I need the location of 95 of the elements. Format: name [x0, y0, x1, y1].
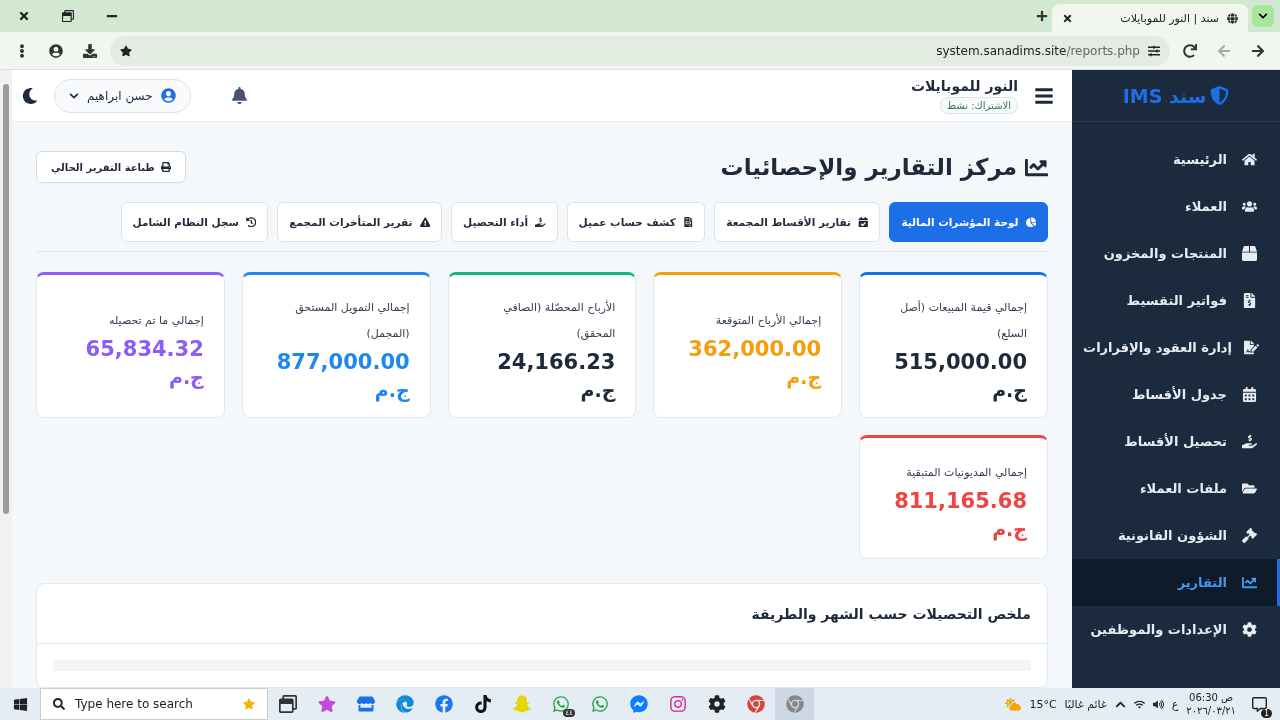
address-field[interactable]: system.sanadims.site/reports.php: [110, 35, 1170, 66]
box-icon: [1239, 246, 1259, 261]
sidebar-item[interactable]: الرئيسية: [1072, 136, 1280, 183]
page-title: مركز التقارير والإحصائيات: [720, 154, 1048, 180]
currency-label: ج.م: [992, 517, 1027, 542]
temperature: 15°C: [1029, 697, 1057, 711]
currency-label: ج.م: [580, 378, 616, 403]
sidebar-item[interactable]: إدارة العقود والإقرارات: [1072, 324, 1280, 371]
clock[interactable]: 06:30 ص ٢٠٢٦/٠٣/٢١: [1186, 691, 1236, 717]
report-tab[interactable]: تقارير الأقساط المجمعة: [714, 202, 881, 242]
stat-value: 811,165.68: [893, 488, 1027, 515]
report-tab[interactable]: تقرير المتأخرات المجمع: [277, 202, 443, 242]
pie-chart-icon: [1025, 216, 1036, 228]
new-tab-icon[interactable]: [1036, 10, 1048, 22]
language-indicator[interactable]: ع: [1171, 697, 1179, 711]
sidebar-item[interactable]: المنتجات والمخزون: [1072, 230, 1280, 277]
sparkle-icon: [243, 698, 255, 710]
search-icon: [53, 698, 65, 710]
sidebar-item[interactable]: ملفات العملاء: [1072, 465, 1280, 512]
close-icon[interactable]: [1062, 12, 1073, 24]
chevron-icon: [1258, 11, 1268, 21]
logo: سند IMS: [1122, 84, 1207, 107]
site-settings-icon[interactable]: [1148, 44, 1160, 57]
report-tab[interactable]: كشف حساب عميل: [566, 202, 706, 242]
report-tab[interactable]: لوحة المؤشرات المالية: [889, 202, 1048, 242]
print-button[interactable]: طباعة التقرير الحالي: [36, 151, 186, 183]
tiles-icon: [278, 695, 297, 713]
weather-icon: [1005, 696, 1022, 712]
search-field[interactable]: Type here to search: [40, 688, 268, 720]
messenger-icon: [629, 695, 648, 713]
sidebar-item[interactable]: العملاء: [1072, 183, 1280, 230]
sidebar-item[interactable]: تحصيل الأقساط: [1072, 418, 1280, 465]
tab-list-button[interactable]: [1252, 5, 1274, 27]
currency-label: ج.م: [992, 378, 1027, 403]
user-icon: [160, 88, 176, 103]
snapchat-icon: [512, 695, 531, 713]
browser-icon: [395, 695, 414, 713]
chevron-icon: [69, 90, 79, 101]
document-icon: [1244, 340, 1259, 355]
wifi-icon[interactable]: [1133, 698, 1145, 710]
scrollbar[interactable]: [0, 70, 12, 688]
printer-icon: [160, 162, 171, 172]
stat-label: الأرباح المحصّلة (الصافي المحقق): [502, 299, 616, 342]
stat-label: إجمالي ما تم تحصيله: [108, 313, 204, 329]
currency-label: ج.م: [786, 365, 822, 390]
stat-value: 65,834.32: [84, 336, 204, 363]
chrome-icon: [746, 695, 765, 713]
stat-label: إجمالي المديونيات المتبقية: [905, 465, 1027, 481]
volume-icon[interactable]: [1152, 698, 1164, 710]
moon-icon[interactable]: [22, 87, 38, 104]
document-icon: [682, 216, 694, 228]
store-name: النور للموبايلات: [910, 77, 1018, 94]
weather-text: غائم غالبًا: [1064, 697, 1107, 711]
hand-coin-icon: [1239, 434, 1259, 449]
folder-icon: [1239, 481, 1259, 496]
stat-label: إجمالي الأرباح المتوقعة: [714, 312, 822, 329]
currency-label: ج.م: [168, 365, 204, 390]
report-tab[interactable]: سجل النظام الشامل: [120, 202, 269, 242]
calendar-check-icon: [857, 216, 869, 228]
sparkle-app-icon: [317, 695, 336, 713]
users-icon: [1239, 199, 1259, 214]
section-title: ملخص التحصيلات حسب الشهر والطريقة: [751, 605, 1031, 622]
star-icon[interactable]: [120, 44, 132, 57]
menu-icon[interactable]: [1034, 85, 1054, 106]
whatsapp-icon: [590, 695, 609, 713]
stat-value: 362,000.00: [687, 336, 822, 363]
browser-tab[interactable]: سند | النور للموبايلات: [1052, 4, 1248, 32]
chart-icon: [1239, 575, 1259, 590]
instagram-icon: [668, 695, 687, 713]
sidebar-item[interactable]: الإعدادات والموظفين: [1072, 606, 1280, 653]
stat-value: 877,000.00: [275, 349, 410, 376]
sidebar-item[interactable]: التقارير: [1072, 559, 1280, 606]
report-tab[interactable]: أداء التحصيل: [451, 202, 558, 242]
warning-icon: [419, 216, 431, 228]
globe-icon: [1227, 12, 1238, 24]
gavel-icon: [1239, 528, 1259, 543]
currency-label: ج.م: [374, 378, 410, 403]
home-icon: [1239, 152, 1259, 167]
facebook-icon: [434, 695, 453, 713]
sidebar-item[interactable]: فواتير التقسيط: [1072, 277, 1280, 324]
chrome-icon: [785, 695, 804, 713]
stat-label: إجمالي قيمة المبيعات (أصل السلع): [899, 299, 1027, 342]
sidebar-item[interactable]: جدول الأقساط: [1072, 371, 1280, 418]
stat-value: 515,000.00: [893, 349, 1027, 376]
hand-coin-icon: [535, 216, 546, 228]
store-icon: [356, 695, 375, 713]
stat-value: 24,166.23: [496, 349, 616, 376]
bell-icon[interactable]: [230, 87, 248, 104]
sidebar-item[interactable]: الشؤون القانونية: [1072, 512, 1280, 559]
history-icon: [245, 216, 257, 228]
stat-label: إجمالي التمويل المستحق (المجمل): [294, 300, 410, 342]
user-menu-button[interactable]: حسن ابراهيم: [54, 78, 191, 113]
shield-icon: [1210, 86, 1230, 105]
subscription-badge: الاشتراك: نشط: [939, 96, 1018, 114]
tiktok-icon: [473, 695, 492, 713]
